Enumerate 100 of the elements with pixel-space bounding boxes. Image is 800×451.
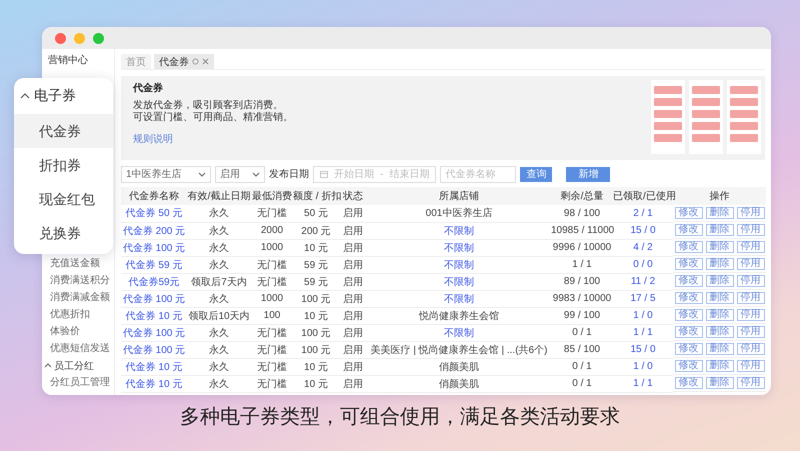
tab[interactable]: 代金券	[154, 54, 214, 69]
table-cell: 1 / 1	[551, 256, 613, 273]
menu-item[interactable]: 折扣券	[14, 148, 113, 182]
date-label: 发布日期	[269, 168, 309, 181]
action-button[interactable]: 修改	[674, 326, 702, 338]
rules-link[interactable]: 规则说明	[133, 132, 173, 146]
action-button[interactable]: 停用	[736, 275, 764, 287]
sidebar-item[interactable]: 体验价	[42, 323, 114, 340]
chevron-icon	[198, 170, 206, 178]
sidebar-item[interactable]: 消费满减金额	[42, 289, 114, 306]
action-button[interactable]: 删除	[706, 275, 734, 287]
table-cell: 89 / 100	[551, 273, 613, 290]
menu-item[interactable]: 现金红包	[14, 182, 113, 216]
action-button[interactable]: 删除	[706, 343, 734, 355]
refresh-icon	[192, 58, 199, 65]
sidebar-item[interactable]: 优惠折扣	[42, 306, 114, 323]
store-link[interactable]: 不限制	[367, 222, 551, 239]
table-cell: 11 / 2	[613, 273, 673, 290]
table-cell: 启用	[339, 239, 367, 256]
coupon-name-link[interactable]: 代金券 100 元	[121, 239, 187, 256]
coupon-name-link[interactable]: 代金券 200 元	[121, 222, 187, 239]
table-cell: 17 / 5	[613, 290, 673, 307]
sidebar-item[interactable]: 充值送金额	[42, 255, 114, 272]
table-cell: 100	[251, 307, 293, 324]
action-button[interactable]: 修改	[674, 207, 702, 219]
action-button[interactable]: 修改	[674, 224, 702, 236]
table-cell: 悦尚健康养生会馆	[367, 307, 551, 324]
action-button[interactable]: 停用	[736, 377, 764, 389]
coupon-name-link[interactable]: 代金券 100 元	[121, 324, 187, 341]
coupon-name-link[interactable]: 代金券 100 元	[121, 290, 187, 307]
action-button[interactable]: 删除	[706, 207, 734, 219]
store-link[interactable]: 不限制	[367, 273, 551, 290]
add-button[interactable]: 新增	[566, 166, 610, 182]
table-cell: 98 / 100	[551, 205, 613, 222]
action-button[interactable]: 删除	[706, 309, 734, 321]
action-button[interactable]: 修改	[674, 258, 702, 270]
name-input-field[interactable]: 代金券名称	[440, 166, 516, 182]
action-button[interactable]: 停用	[736, 258, 764, 270]
table-cell: 0 / 1	[551, 375, 613, 392]
action-button[interactable]: 停用	[736, 224, 764, 236]
store-select[interactable]: 1中医养生店	[121, 166, 211, 182]
table-cell: 无门槛	[251, 341, 293, 358]
table-cell: 永久	[187, 290, 251, 307]
action-button[interactable]: 停用	[736, 207, 764, 219]
intro-title: 代金券	[133, 82, 163, 95]
store-link[interactable]: 不限制	[367, 239, 551, 256]
table-cell: 领取后7天内	[187, 273, 251, 290]
table-cell: 9996 / 10000	[551, 239, 613, 256]
coupon-name-link[interactable]: 代金券 10 元	[121, 358, 187, 375]
table-cell: 无门槛	[251, 375, 293, 392]
window-minimize-button[interactable]	[74, 32, 85, 44]
coupon-name-link[interactable]: 代金券 10 元	[121, 307, 187, 324]
action-button[interactable]: 删除	[706, 292, 734, 304]
action-button[interactable]: 停用	[736, 343, 764, 355]
store-link[interactable]: 不限制	[367, 290, 551, 307]
menu-item[interactable]: 兑换券	[14, 216, 113, 250]
action-button[interactable]: 删除	[706, 377, 734, 389]
menu-item[interactable]: 代金券	[14, 114, 113, 148]
table-cell: 启用	[339, 324, 367, 341]
coupon-name-link[interactable]: 代金券59元	[121, 273, 187, 290]
action-button[interactable]: 修改	[674, 360, 702, 372]
table-cell: 200 元	[293, 222, 339, 239]
action-button[interactable]: 修改	[674, 241, 702, 253]
intro-text: 发放代金券，吸引顾客到店消费。	[133, 100, 283, 112]
action-button[interactable]: 修改	[674, 309, 702, 321]
store-link[interactable]: 不限制	[367, 324, 551, 341]
action-button[interactable]: 停用	[736, 309, 764, 321]
store-link[interactable]: 不限制	[367, 256, 551, 273]
action-button[interactable]: 修改	[674, 343, 702, 355]
query-button[interactable]: 查询	[520, 166, 552, 182]
coupon-name-link[interactable]: 代金券 50 元	[121, 205, 187, 222]
action-button[interactable]: 停用	[736, 241, 764, 253]
sidebar-item[interactable]: 优惠短信发送	[42, 340, 114, 357]
action-button[interactable]: 修改	[674, 377, 702, 389]
window-close-button[interactable]	[55, 32, 66, 44]
action-button[interactable]: 删除	[706, 241, 734, 253]
date-range-field[interactable]: 开始日期 - 结束日期	[313, 166, 436, 182]
table-cell: 美美医疗 | 悦尚健康养生会馆 | ...(共6个)	[367, 341, 551, 358]
table-cell: 1 / 0	[613, 358, 673, 375]
action-button[interactable]: 修改	[674, 275, 702, 287]
coupon-name-link[interactable]: 代金券 10 元	[121, 375, 187, 392]
action-button[interactable]: 删除	[706, 258, 734, 270]
menu-group-header[interactable]: 电子券	[14, 78, 113, 114]
action-button[interactable]: 删除	[706, 360, 734, 372]
action-button[interactable]: 删除	[706, 224, 734, 236]
sidebar-item[interactable]: 分红员工管理	[42, 374, 114, 391]
coupon-name-link[interactable]: 代金券 100 元	[121, 341, 187, 358]
coupon-name-link[interactable]: 代金券 59 元	[121, 256, 187, 273]
action-button[interactable]: 修改	[674, 292, 702, 304]
sidebar-group[interactable]: 员工分红	[42, 357, 114, 374]
table-cell: 0 / 1	[551, 358, 613, 375]
action-button[interactable]: 停用	[736, 326, 764, 338]
action-button[interactable]: 停用	[736, 360, 764, 372]
column-header: 所属店铺	[367, 187, 551, 205]
sidebar-item[interactable]: 消费满送积分	[42, 272, 114, 289]
status-select[interactable]: 启用	[215, 166, 265, 182]
window-maximize-button[interactable]	[93, 32, 104, 44]
tab[interactable]: 首页	[121, 54, 151, 69]
action-button[interactable]: 停用	[736, 292, 764, 304]
action-button[interactable]: 删除	[706, 326, 734, 338]
